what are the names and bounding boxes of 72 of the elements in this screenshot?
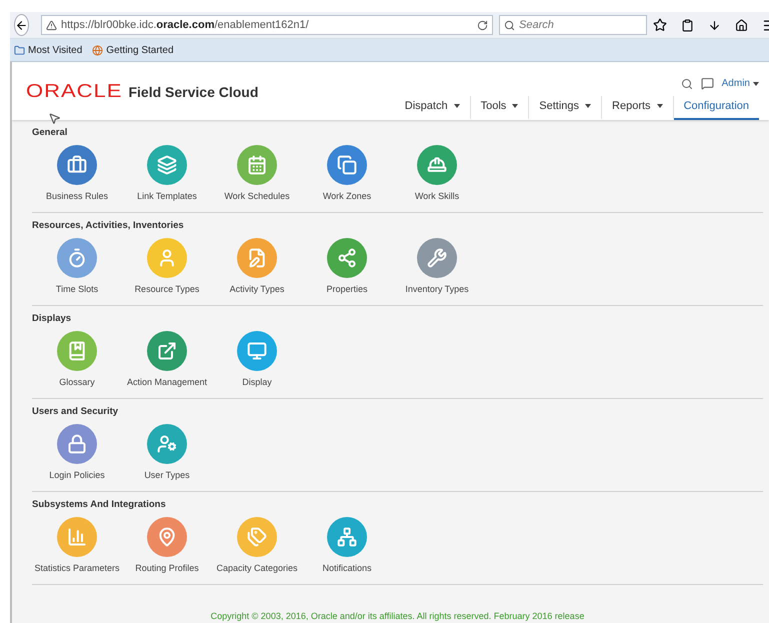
back-button[interactable] (14, 14, 29, 36)
search-icon[interactable] (680, 78, 693, 90)
stopwatch-icon (67, 248, 87, 268)
wrench-icon (427, 248, 447, 268)
hard-hat-icon (427, 155, 447, 175)
config-tile[interactable]: Glossary (32, 331, 122, 388)
mouse-pointer-icon (48, 112, 61, 125)
nav-tab[interactable]: Reports (602, 96, 674, 120)
nav-tab[interactable]: Dispatch (394, 96, 471, 120)
config-tile[interactable]: Inventory Types (392, 238, 482, 295)
config-tile[interactable]: Statistics Parameters (32, 517, 122, 574)
section-heading: Resources, Activities, Inventories (32, 220, 185, 233)
config-tile[interactable]: Work Skills (392, 145, 482, 202)
config-tile[interactable]: Time Slots (32, 238, 122, 295)
briefcase-icon (67, 155, 87, 175)
download-icon[interactable] (708, 18, 721, 32)
bookmark-link[interactable]: Getting Started (92, 44, 174, 56)
config-tile[interactable]: Properties (302, 238, 392, 295)
layers-icon (157, 155, 177, 175)
tags-icon (247, 527, 267, 547)
user-menu[interactable]: Admin (722, 78, 759, 89)
product-name: Field Service Cloud (128, 84, 258, 100)
nav-tab[interactable]: Configuration (674, 96, 759, 120)
config-tile[interactable]: Work Zones (302, 145, 392, 202)
config-tile[interactable]: Activity Types (212, 238, 302, 295)
squares-icon (337, 155, 357, 175)
reload-icon[interactable] (477, 20, 488, 30)
globe-icon (92, 44, 104, 56)
calendar-icon (247, 155, 267, 175)
config-tile[interactable]: Display (212, 331, 302, 388)
config-tile[interactable]: Login Policies (32, 424, 122, 481)
warning-icon (46, 20, 57, 30)
caret-icon (753, 82, 759, 86)
person-icon (157, 248, 177, 268)
message-icon[interactable] (700, 77, 714, 90)
copyright-text: Copyright © 2003, 2016, Oracle and/or its affiliates. All rights reserved. February 2016 release (210, 611, 586, 623)
address-bar[interactable]: https://blr00bke.idc.oracle.com/enablement162n1/ (41, 15, 493, 35)
folder-icon (14, 44, 25, 56)
config-tile[interactable]: Routing Profiles (122, 517, 212, 574)
book-icon (67, 341, 87, 361)
home-icon[interactable] (735, 18, 748, 32)
logo: ORACLE (26, 80, 122, 102)
section-heading: Subsystems And Integrations (32, 499, 167, 512)
config-tile[interactable]: Action Management (122, 331, 212, 388)
section-heading: Users and Security (32, 406, 120, 419)
search-icon (504, 20, 515, 30)
monitor-icon (247, 341, 267, 361)
bookmark-link[interactable]: Most Visited (14, 44, 82, 56)
nav-tab[interactable]: Settings (529, 96, 602, 120)
external-link-icon (157, 341, 177, 361)
lock-icon (67, 434, 87, 454)
config-tile[interactable]: Business Rules (32, 145, 122, 202)
search-field[interactable]: Search (519, 19, 639, 31)
config-tile[interactable]: Notifications (302, 517, 392, 574)
config-tile[interactable]: Resource Types (122, 238, 212, 295)
section-heading: Displays (32, 313, 72, 326)
config-tile[interactable]: User Types (122, 424, 212, 481)
nav-tab[interactable]: Tools (470, 96, 530, 120)
star-icon[interactable] (653, 18, 667, 32)
section-heading: General (32, 127, 68, 140)
user-gear-icon (157, 434, 177, 454)
bar-chart-icon (67, 527, 87, 547)
document-icon (247, 248, 267, 268)
search-box[interactable]: Search (499, 15, 647, 35)
config-tile[interactable]: Link Templates (122, 145, 212, 202)
network-icon (337, 527, 357, 547)
map-pin-icon (157, 527, 177, 547)
config-tile[interactable]: Capacity Categories (212, 517, 302, 574)
clipboard-icon[interactable] (681, 18, 694, 32)
back-arrow-icon (15, 18, 28, 32)
nodes-icon (337, 248, 357, 268)
config-tile[interactable]: Work Schedules (212, 145, 302, 202)
